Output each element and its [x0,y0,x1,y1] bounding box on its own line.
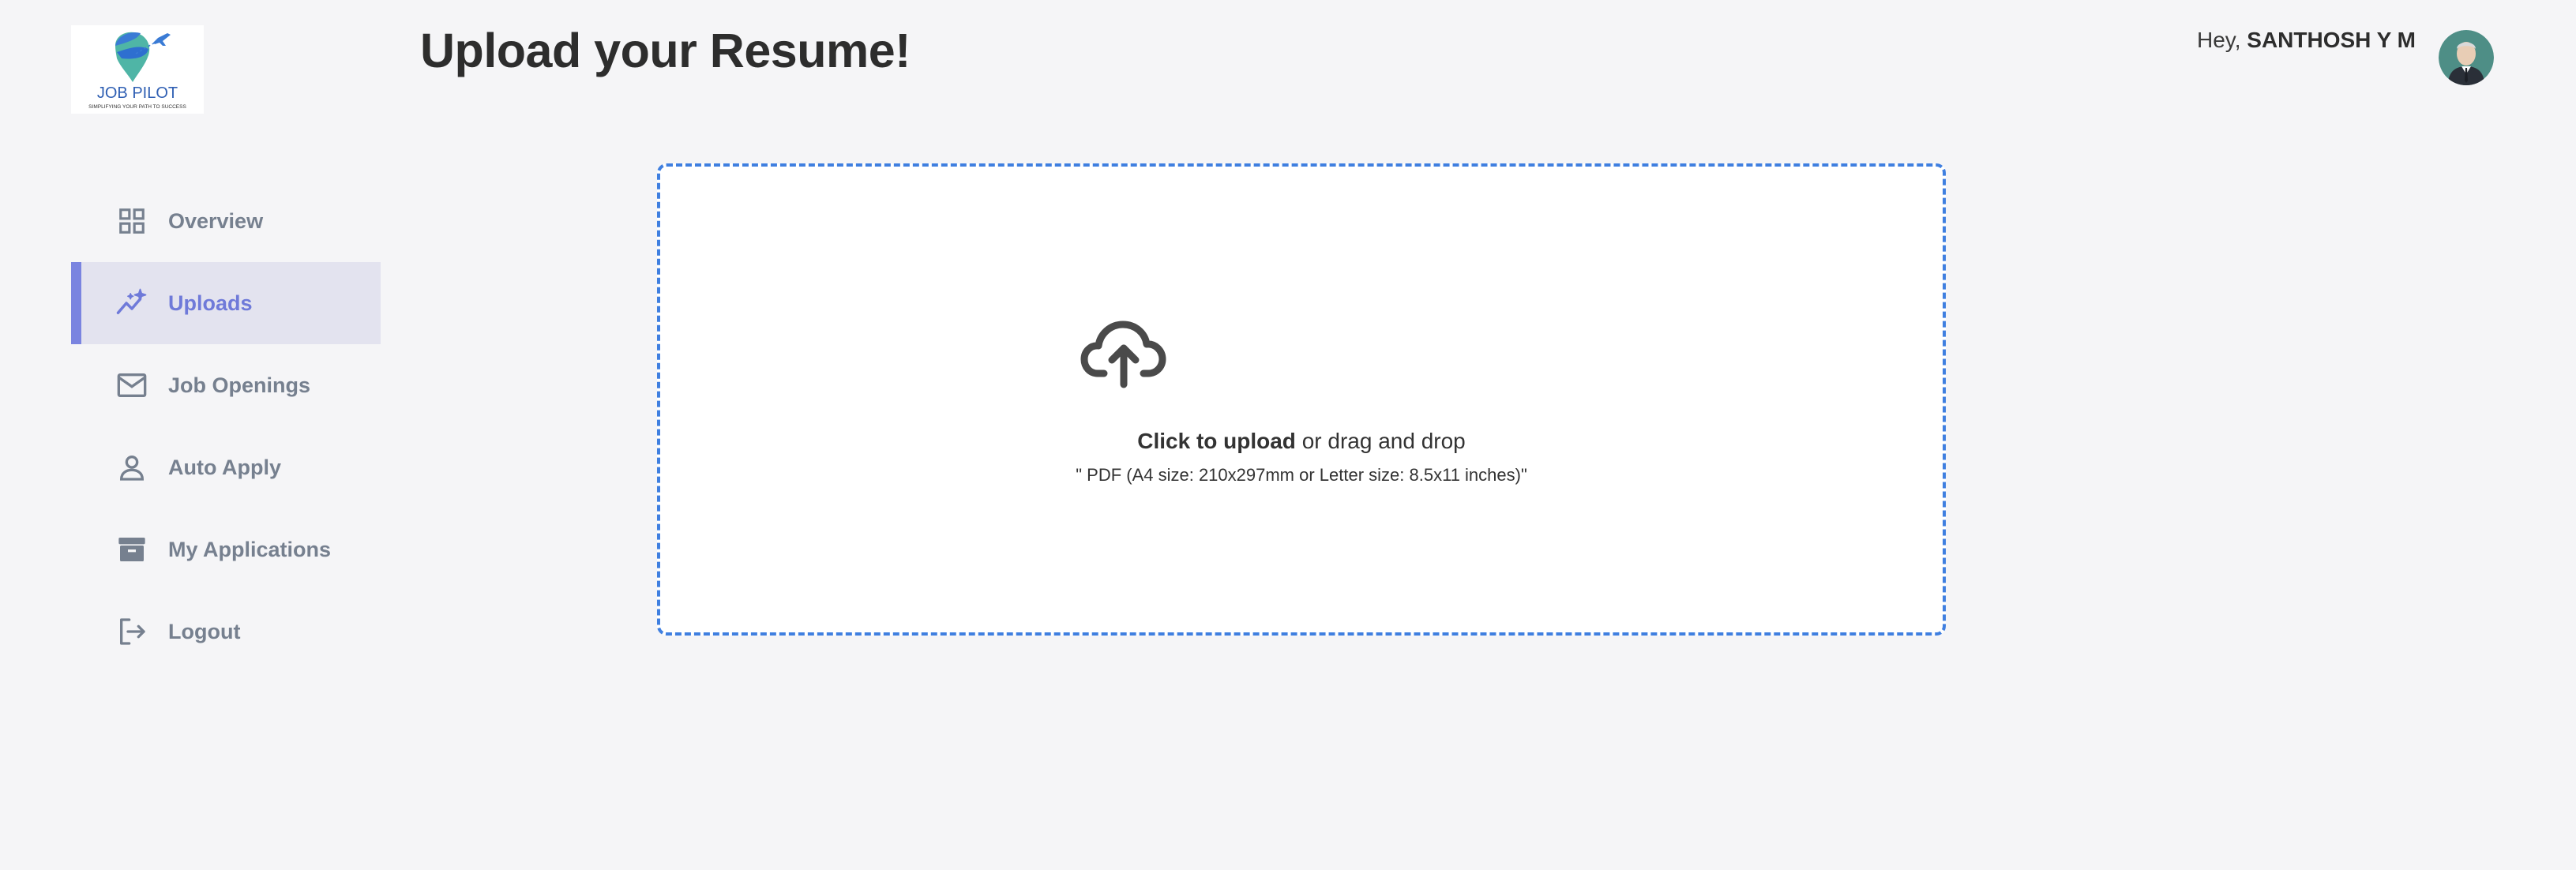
sidebar-item-my-applications[interactable]: My Applications [71,508,381,591]
resume-dropzone[interactable]: Click to upload or drag and drop " PDF (… [657,163,1946,636]
user-greeting: Hey, SANTHOSH Y M [2197,26,2416,54]
archive-icon [115,533,148,566]
sidebar-nav: Overview Uploads Job Openings Auto Apply… [71,180,381,673]
brand-tagline: SIMPLIFYING YOUR PATH TO SUCCESS [88,104,186,110]
sparkle-trend-icon [115,287,148,320]
username: SANTHOSH Y M [2247,28,2416,52]
logout-icon [115,615,148,648]
avatar[interactable] [2439,30,2494,85]
sidebar-item-label: Job Openings [168,373,311,397]
sidebar-item-uploads[interactable]: Uploads [71,262,381,344]
user-icon [115,451,148,484]
greeting-prefix: Hey, [2197,28,2241,52]
sidebar-item-label: Logout [168,619,241,643]
sidebar-item-label: Overview [168,208,264,233]
brand-logo: JOB PILOT SIMPLIFYING YOUR PATH TO SUCCE… [71,25,204,114]
brand-name: JOB PILOT [97,84,178,102]
sidebar-item-logout[interactable]: Logout [71,591,381,673]
cloud-upload-icon [1080,317,1167,389]
sidebar-item-overview[interactable]: Overview [71,180,381,262]
sidebar-item-label: Auto Apply [168,455,281,479]
click-to-upload-link[interactable]: Click to upload [1137,429,1296,453]
sidebar-item-auto-apply[interactable]: Auto Apply [71,426,381,508]
drag-drop-text: or drag and drop [1301,429,1466,453]
sidebar-item-job-openings[interactable]: Job Openings [71,344,381,426]
page-title: Upload your Resume! [420,24,911,77]
mail-icon [115,369,148,402]
sidebar-item-label: Uploads [168,291,253,315]
grid-icon [115,204,148,238]
upload-instructions: Click to upload or drag and drop [660,429,1943,454]
sidebar-item-label: My Applications [168,537,332,561]
file-format-hint: " PDF (A4 size: 210x297mm or Letter size… [1076,465,1527,485]
